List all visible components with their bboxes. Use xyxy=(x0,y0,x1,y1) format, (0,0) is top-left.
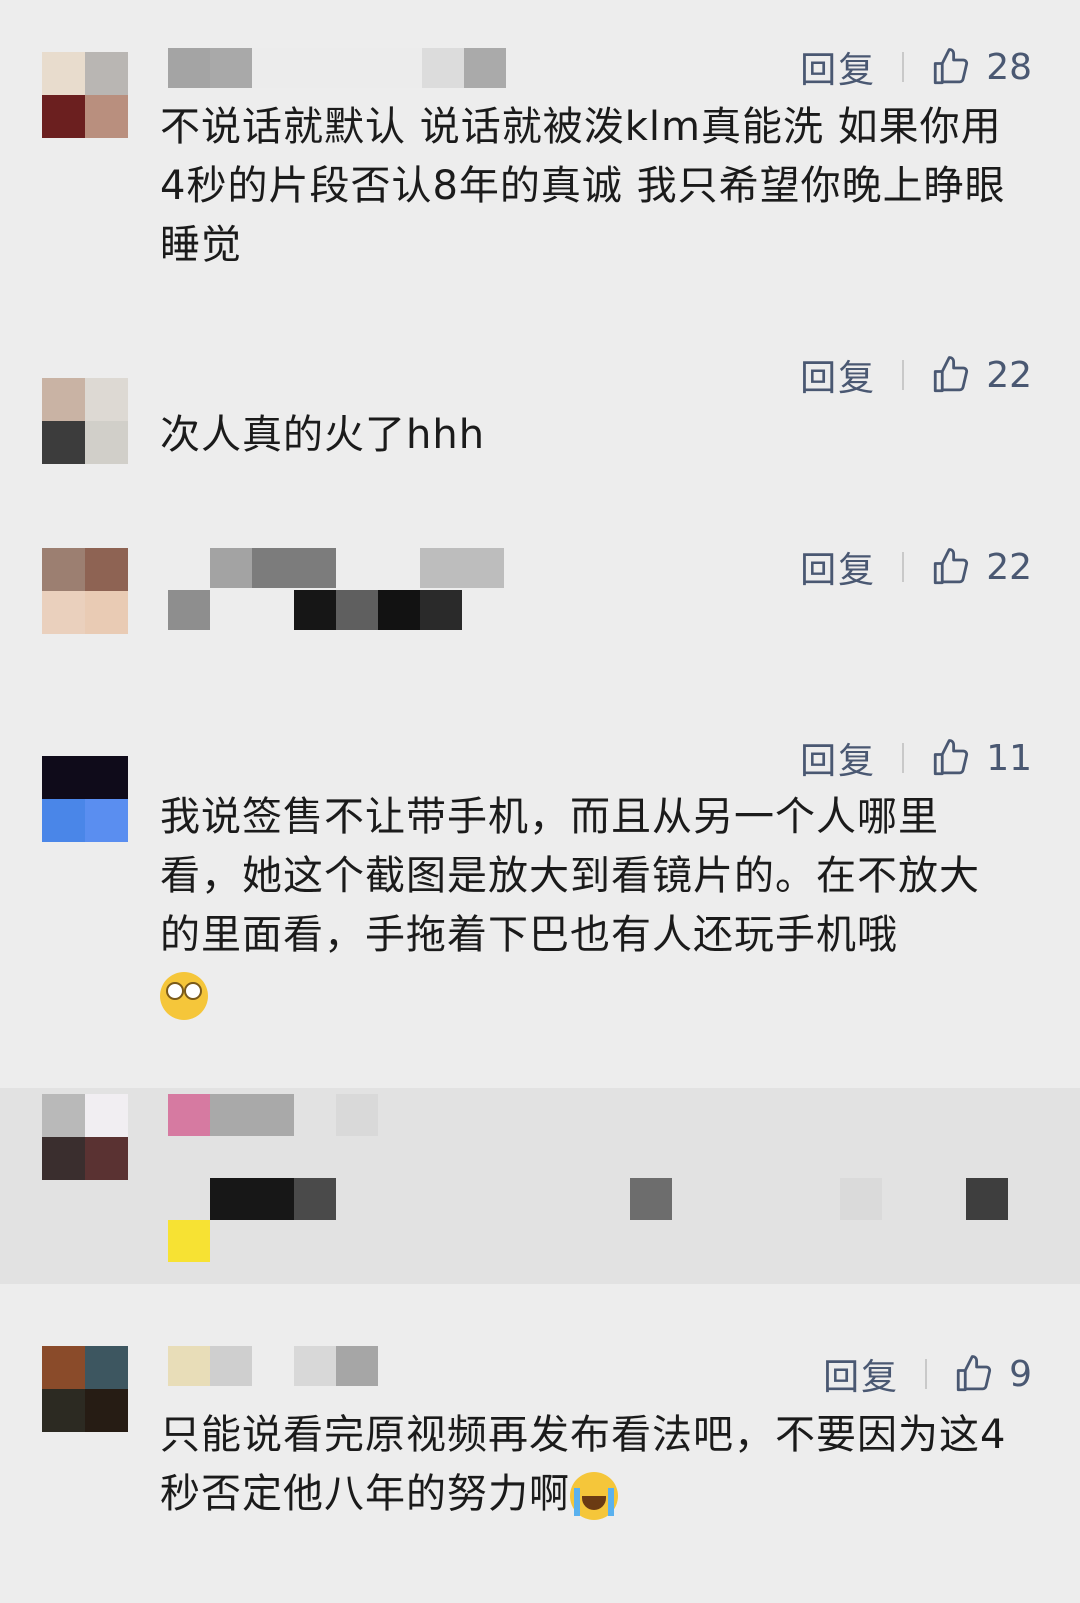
comment-actions: 回复 9 xyxy=(823,1352,1032,1399)
avatar[interactable] xyxy=(42,1346,128,1432)
blurred-block xyxy=(168,1220,210,1262)
divider xyxy=(902,52,905,82)
avatar[interactable] xyxy=(42,548,128,634)
thumbs-up-icon xyxy=(934,48,969,85)
blurred-block xyxy=(210,1178,294,1220)
username-blurred[interactable] xyxy=(168,548,504,588)
comment-actions: 回复 11 xyxy=(800,736,1032,783)
like-button[interactable]: 22 xyxy=(930,546,1032,588)
avatar[interactable] xyxy=(42,378,128,464)
thumbs-up-icon xyxy=(934,739,969,776)
divider xyxy=(902,552,905,582)
blurred-block xyxy=(840,1178,882,1220)
avatar[interactable] xyxy=(42,52,128,138)
divider xyxy=(902,743,905,773)
like-button[interactable]: 11 xyxy=(930,737,1032,779)
eye-roll-emoji-icon xyxy=(160,972,208,1020)
avatar[interactable] xyxy=(42,756,128,842)
blurred-block xyxy=(630,1178,672,1220)
like-count: 9 xyxy=(1009,1353,1032,1395)
comment-text-blurred xyxy=(168,590,462,630)
comment-text-wrap: 我说签售不让带手机，而且从另一个人哪里看，她这个截图是放大到看镜片的。在不放大的… xyxy=(160,788,1020,1024)
like-button[interactable]: 28 xyxy=(930,46,1032,88)
thumbs-up-icon xyxy=(956,1355,992,1392)
like-count: 11 xyxy=(986,737,1032,779)
comment-actions: 回复 22 xyxy=(800,545,1032,592)
thumbs-up-icon xyxy=(934,548,969,585)
crying-emoji-icon xyxy=(570,1472,618,1520)
username-blurred[interactable] xyxy=(168,48,506,88)
like-count: 22 xyxy=(986,354,1032,396)
avatar[interactable] xyxy=(42,1094,128,1180)
reply-button[interactable]: 回复 xyxy=(823,1348,899,1400)
blurred-block xyxy=(168,1094,210,1136)
reply-button[interactable]: 回复 xyxy=(800,41,876,93)
reply-button[interactable]: 回复 xyxy=(800,349,876,401)
thumbs-up-icon xyxy=(934,356,969,393)
blurred-comment-band xyxy=(0,1088,1080,1284)
blurred-block xyxy=(336,1094,378,1136)
comment-text: 次人真的火了hhh xyxy=(160,412,486,458)
comment-text: 不说话就默认 说话就被泼klm真能洗 如果你用4秒的片段否认8年的真诚 我只希望… xyxy=(160,104,1006,268)
blurred-block xyxy=(294,1178,336,1220)
like-button[interactable]: 9 xyxy=(953,1353,1032,1395)
like-count: 28 xyxy=(986,46,1032,88)
blurred-block xyxy=(966,1178,1008,1220)
username-blurred[interactable] xyxy=(168,1346,378,1386)
comment-text-wrap: 只能说看完原视频再发布看法吧，不要因为这4秒否定他八年的努力啊 xyxy=(160,1406,1020,1524)
reply-button[interactable]: 回复 xyxy=(800,732,876,784)
divider xyxy=(925,1359,928,1389)
blurred-block xyxy=(210,1094,294,1136)
comment-actions: 回复 28 xyxy=(800,45,1032,92)
reply-button[interactable]: 回复 xyxy=(800,541,876,593)
like-count: 22 xyxy=(986,546,1032,588)
comment-text: 我说签售不让带手机，而且从另一个人哪里看，她这个截图是放大到看镜片的。在不放大的… xyxy=(160,794,980,958)
divider xyxy=(902,360,905,390)
comment-actions: 回复 22 xyxy=(800,353,1032,400)
like-button[interactable]: 22 xyxy=(930,354,1032,396)
